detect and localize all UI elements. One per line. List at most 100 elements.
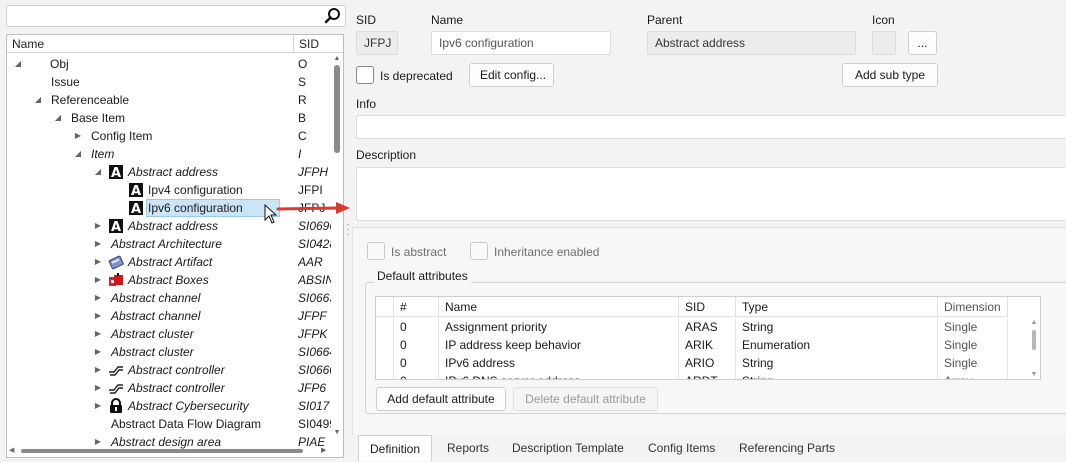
grid-row[interactable]: 0IPv6 DNS server addressARDTStringArray: [376, 372, 1026, 379]
grid-row[interactable]: 0 Assignment priority ARAS String Single: [376, 318, 1026, 336]
letter-a-icon: A: [128, 182, 144, 199]
tree-item-label: Abstract channel: [111, 291, 201, 305]
grid-scroll-thumb[interactable]: [1032, 330, 1036, 350]
tab-reports[interactable]: Reports: [447, 435, 489, 461]
tree-item-abstract-controller[interactable]: ▶ Abstract controller JFP6: [7, 379, 333, 397]
controller-icon: [108, 380, 124, 396]
tree-horizontal-scroll-thumb[interactable]: [21, 449, 303, 453]
is-abstract-label[interactable]: Is abstract: [391, 245, 446, 259]
tree-horizontal-scrollbar[interactable]: ◀ ▶: [9, 447, 329, 455]
grid-scroll-up-icon[interactable]: ▲: [1030, 319, 1038, 327]
default-attributes-grid[interactable]: # Name SID Type Dimension 0 Assignment pr…: [375, 296, 1041, 380]
tree-vertical-scrollbar[interactable]: ▲ ▼: [333, 55, 341, 437]
info-field[interactable]: [356, 115, 1066, 139]
scroll-right-icon[interactable]: ▶: [321, 447, 329, 455]
expand-arrow-icon[interactable]: ▶: [93, 401, 103, 411]
grid-column-dimension[interactable]: Dimension: [938, 297, 1008, 317]
tree-item-label: Item: [91, 147, 115, 161]
tree-item-abstract-channel[interactable]: ▶ Abstract channel JFPF: [7, 307, 333, 325]
tree-column-name[interactable]: Name: [12, 35, 44, 53]
add-default-attribute-button[interactable]: Add default attribute: [376, 387, 506, 411]
collapse-arrow-icon[interactable]: ◢: [93, 167, 103, 177]
grid-cell-num: 0: [394, 336, 439, 354]
tree-item-abstract-artifact[interactable]: ▶ Abstract Artifact AAR: [7, 253, 333, 271]
grid-cell-type: String: [736, 354, 938, 372]
edit-config-button[interactable]: Edit config...: [469, 63, 554, 87]
tab-description-template[interactable]: Description Template: [512, 435, 624, 461]
expand-arrow-icon[interactable]: ▶: [93, 275, 103, 285]
tree-item-issue[interactable]: Issue S: [7, 73, 333, 91]
grid-column-type[interactable]: Type: [736, 297, 938, 317]
description-textarea[interactable]: [356, 167, 1066, 221]
tree-item-abstract-channel[interactable]: ▶ Abstract channel SI0663: [7, 289, 333, 307]
expand-arrow-icon[interactable]: ▶: [93, 383, 103, 393]
collapse-arrow-icon[interactable]: ◢: [53, 113, 63, 123]
tree-item-abstract-cluster[interactable]: ▶ Abstract cluster SI0664: [7, 343, 333, 361]
tree-item-ipv4-configuration[interactable]: A Ipv4 configuration JFPI: [7, 181, 333, 199]
tree-item-abstract-address[interactable]: ▶ A Abstract address SI0696: [7, 217, 333, 235]
icon-preview: [872, 31, 896, 55]
pane-splitter-grip[interactable]: · · ·: [346, 220, 350, 240]
grid-row[interactable]: 0 IP address keep behavior ARIK Enumeration…: [376, 336, 1026, 354]
tree-item-abstract-architecture[interactable]: ▶ Abstract Architecture SI0428: [7, 235, 333, 253]
parent-label: Parent: [647, 13, 683, 27]
expand-arrow-icon[interactable]: ▶: [93, 293, 103, 303]
expand-arrow-icon[interactable]: ▶: [93, 347, 103, 357]
tab-referencing-parts[interactable]: Referencing Parts: [739, 435, 835, 461]
is-deprecated-label[interactable]: Is deprecated: [380, 69, 453, 83]
collapse-arrow-icon[interactable]: ◢: [13, 59, 23, 69]
tree-item-base-item[interactable]: ◢ Base Item B: [7, 109, 333, 127]
expand-arrow-icon[interactable]: ▶: [93, 257, 103, 267]
grid-cell-type: String: [736, 372, 938, 379]
expand-arrow-icon[interactable]: ▶: [93, 329, 103, 339]
icon-browse-button[interactable]: ...: [908, 31, 937, 55]
tree-item-abstract-address[interactable]: ◢ A Abstract address JFPH: [7, 163, 333, 181]
tree-item-abstract-cluster[interactable]: ▶ Abstract cluster JFPK: [7, 325, 333, 343]
grid-column-num[interactable]: #: [394, 297, 439, 317]
inheritance-enabled-checkbox[interactable]: [470, 242, 488, 260]
grid-cell-name: IPv6 DNS server address: [439, 372, 679, 379]
tree-search-box[interactable]: [6, 5, 346, 27]
collapse-arrow-icon[interactable]: ◢: [33, 95, 43, 105]
type-tree[interactable]: Name SID ◢ Obj O Issue S ◢ Referenceable R ◢ Base…: [6, 34, 344, 458]
expand-arrow-icon[interactable]: ▶: [73, 131, 83, 141]
scroll-up-icon[interactable]: ▲: [333, 55, 341, 63]
tree-column-sid[interactable]: SID: [293, 35, 341, 53]
is-deprecated-checkbox[interactable]: [356, 66, 374, 84]
grid-scroll-down-icon[interactable]: ▼: [1030, 371, 1038, 379]
tree-item-item[interactable]: ◢ Item I: [7, 145, 333, 163]
tab-config-items[interactable]: Config Items: [648, 435, 715, 461]
grid-row[interactable]: 0 IPv6 address ARIO String Single: [376, 354, 1026, 372]
inheritance-enabled-label[interactable]: Inheritance enabled: [494, 245, 599, 259]
collapse-arrow-icon[interactable]: ◢: [73, 149, 83, 159]
scroll-left-icon[interactable]: ◀: [9, 447, 17, 455]
add-sub-type-button[interactable]: Add sub type: [842, 63, 938, 87]
tree-search-input[interactable]: [11, 6, 311, 26]
search-icon[interactable]: [324, 7, 342, 25]
tree-item-referenceable[interactable]: ◢ Referenceable R: [7, 91, 333, 109]
expand-arrow-icon[interactable]: ▶: [93, 365, 103, 375]
tree-vertical-scroll-thumb[interactable]: [334, 65, 340, 153]
tree-item-abstract-boxes[interactable]: ▶ Abstract Boxes ABSIN: [7, 271, 333, 289]
tab-definition[interactable]: Definition: [358, 435, 433, 461]
grid-cell-name: IPv6 address: [439, 354, 679, 372]
name-field[interactable]: Ipv6 configuration: [431, 31, 611, 55]
tree-item-obj[interactable]: ◢ Obj O: [7, 55, 333, 73]
grid-vertical-scrollbar[interactable]: ▲ ▼: [1030, 319, 1038, 379]
tree-item-config-item[interactable]: ▶ Config Item C: [7, 127, 333, 145]
scroll-down-icon[interactable]: ▼: [333, 429, 341, 437]
is-abstract-checkbox[interactable]: [367, 242, 385, 260]
tree-item-abstract-controller[interactable]: ▶ Abstract controller SI0660: [7, 361, 333, 379]
expand-arrow-icon[interactable]: ▶: [93, 239, 103, 249]
info-label: Info: [356, 97, 377, 111]
grid-column-sid[interactable]: SID: [679, 297, 736, 317]
expand-arrow-icon[interactable]: ▶: [93, 437, 103, 447]
tree-item-abstract-data-flow-diagram[interactable]: Abstract Data Flow Diagram SI0499: [7, 415, 333, 433]
lock-icon: [108, 398, 124, 414]
delete-default-attribute-button[interactable]: Delete default attribute: [513, 387, 658, 411]
expand-arrow-icon[interactable]: ▶: [93, 311, 103, 321]
grid-column-name[interactable]: Name: [439, 297, 679, 317]
expand-arrow-icon[interactable]: ▶: [93, 221, 103, 231]
grid-cell-name: Assignment priority: [439, 318, 679, 336]
tree-item-abstract-cybersecurity[interactable]: ▶ Abstract Cybersecurity SI017: [7, 397, 333, 415]
